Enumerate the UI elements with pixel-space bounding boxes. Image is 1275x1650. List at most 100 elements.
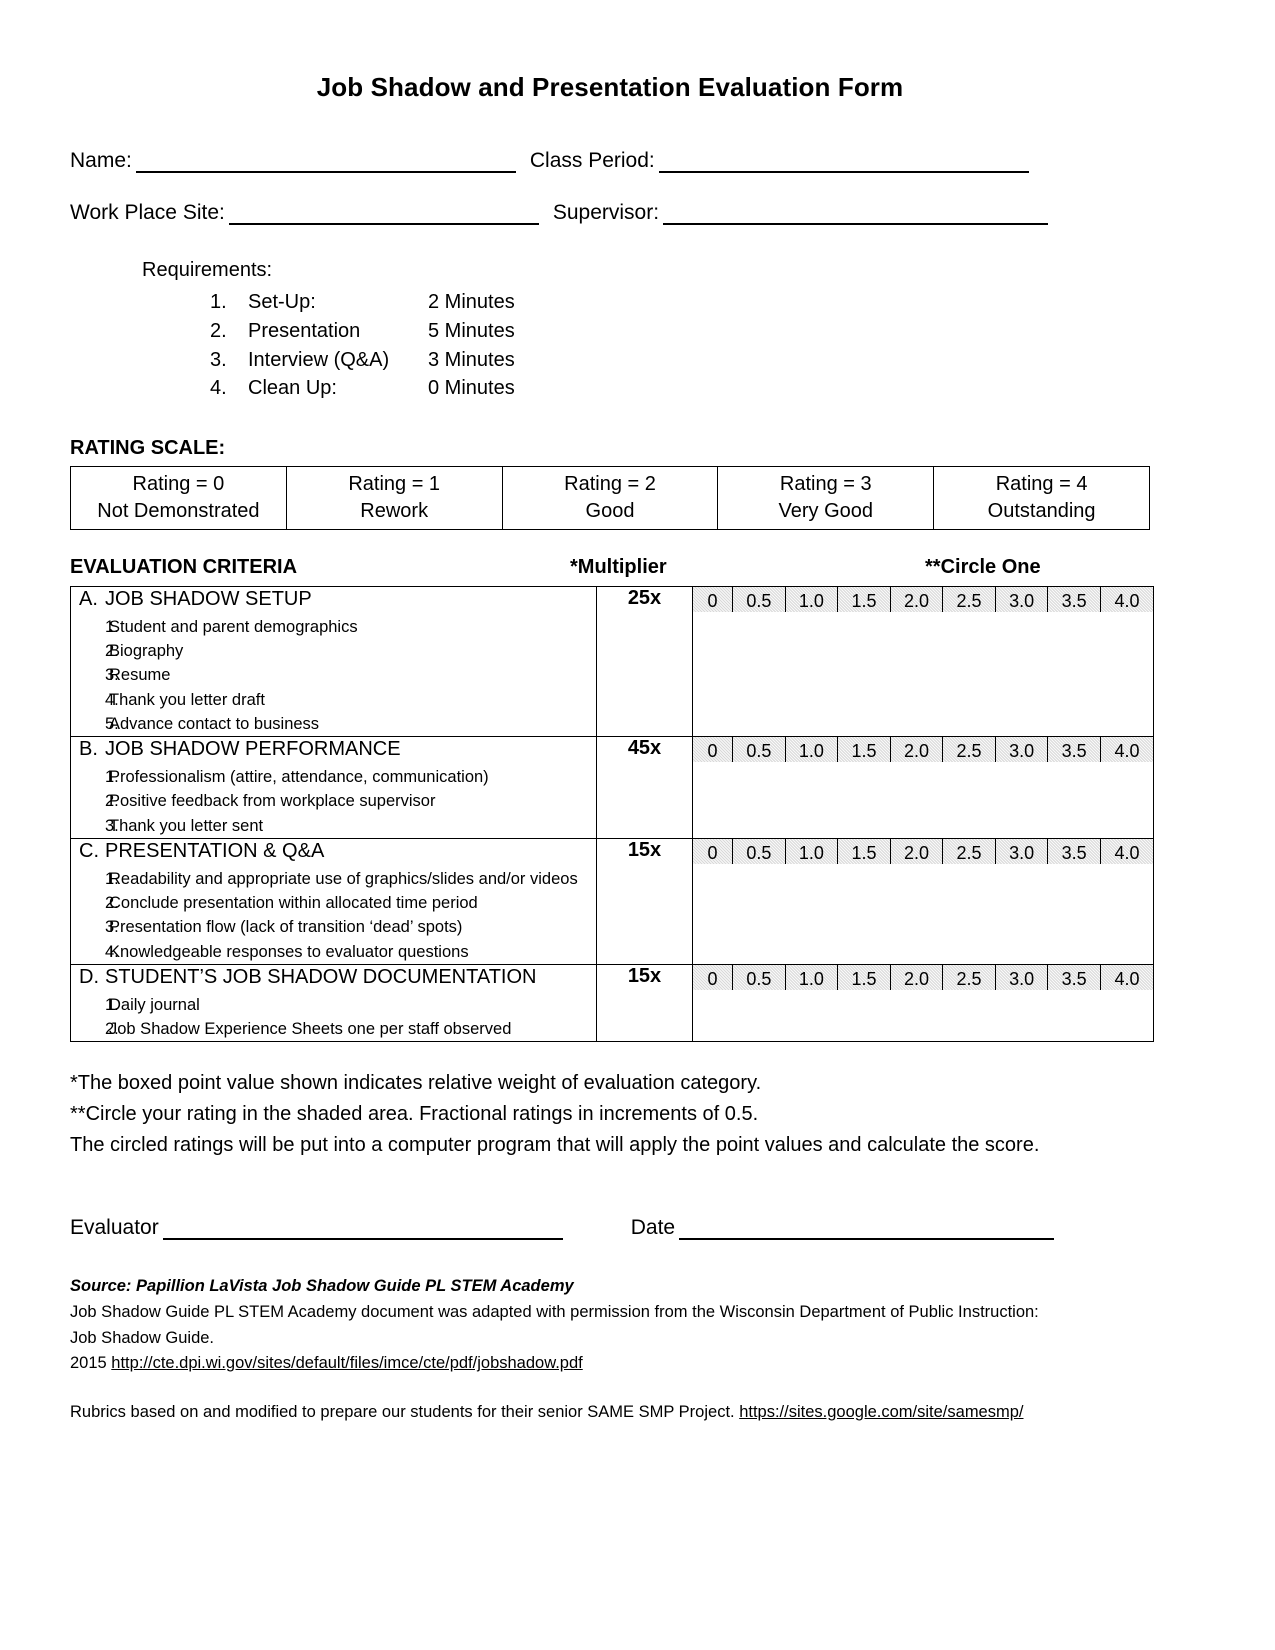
rating-option-3-0[interactable]: 3.0 <box>994 964 1049 990</box>
rating-option-2-5[interactable]: 2.5 <box>942 586 996 612</box>
sub-item-text: Knowledgeable responses to evaluator que… <box>109 942 469 961</box>
criteria-letter: A. <box>79 587 98 610</box>
criteria-cell-a: A. JOB SHADOW SETUP 1. Student and paren… <box>70 585 597 738</box>
sub-item-text: Biography <box>109 642 184 661</box>
rating-option-3-5[interactable]: 3.5 <box>1047 964 1101 990</box>
rating-option-0-5[interactable]: 0.5 <box>732 838 786 864</box>
requirement-time: 3 Minutes <box>428 348 515 371</box>
rating-option-0[interactable]: 0 <box>693 737 734 763</box>
supervisor-input[interactable] <box>663 203 1049 225</box>
list-item: 3. Interview (Q&A) 3 Minutes <box>210 346 1150 375</box>
sub-item-number: 1. <box>105 869 119 888</box>
requirement-name: Presentation <box>248 319 361 342</box>
multiplier-label: *Multiplier <box>570 555 667 578</box>
source-line-4: 2015 http://cte.dpi.wi.gov/sites/default… <box>70 1351 1150 1377</box>
list-item: 1. Readability and appropriate use of gr… <box>71 867 596 891</box>
list-item: 1. Set-Up: 2 Minutes <box>210 288 1150 317</box>
rating-scale-cell-2: Rating = 2 Good <box>501 466 719 530</box>
rating-option-2-5[interactable]: 2.5 <box>942 838 996 864</box>
rating-option-3-5[interactable]: 3.5 <box>1047 737 1101 763</box>
document-page: Job Shadow and Presentation Evaluation F… <box>0 0 1275 1650</box>
rating-option-1-5[interactable]: 1.5 <box>837 838 891 864</box>
rating-option-3-5[interactable]: 3.5 <box>1047 586 1101 612</box>
list-item: 1. Professionalism (attire, attendance, … <box>71 765 596 789</box>
rating-option-1-5[interactable]: 1.5 <box>837 737 891 763</box>
table-row: A. JOB SHADOW SETUP 1. Student and paren… <box>70 585 1154 738</box>
rating-option-0-5[interactable]: 0.5 <box>732 964 786 990</box>
rating-option-0[interactable]: 0 <box>693 964 734 990</box>
table-row: 0 0.5 1.0 1.5 2.0 2.5 3.0 3.5 4.0 <box>693 586 1153 612</box>
sub-item-text: Student and parent demographics <box>109 617 358 636</box>
rating-option-4-0[interactable]: 4.0 <box>1099 737 1153 763</box>
rating-option-3-0[interactable]: 3.0 <box>994 838 1049 864</box>
rating-option-2-0[interactable]: 2.0 <box>889 964 944 990</box>
rating-option-1-0[interactable]: 1.0 <box>784 737 839 763</box>
sub-item-number: 2. <box>105 792 119 811</box>
multiplier-d: 15x <box>596 963 693 1043</box>
rating-option-0-5[interactable]: 0.5 <box>732 737 786 763</box>
rating-strip-a: 0 0.5 1.0 1.5 2.0 2.5 3.0 3.5 4.0 <box>693 586 1153 612</box>
rating-option-2-5[interactable]: 2.5 <box>942 737 996 763</box>
criteria-title-d: D. STUDENT’S JOB SHADOW DOCUMENTATION <box>71 965 596 989</box>
sub-item-text: Conclude presentation within allocated t… <box>109 894 478 913</box>
rating-option-1-0[interactable]: 1.0 <box>784 586 839 612</box>
rating-option-2-0[interactable]: 2.0 <box>889 737 944 763</box>
table-row: D. STUDENT’S JOB SHADOW DOCUMENTATION 1.… <box>70 963 1154 1043</box>
evaluator-label: Evaluator <box>70 1216 159 1240</box>
work-place-site-input[interactable] <box>228 203 539 225</box>
criteria-header: EVALUATION CRITERIA *Multiplier **Circle… <box>70 556 1150 584</box>
evaluator-input[interactable] <box>162 1218 563 1241</box>
source-url-link[interactable]: http://cte.dpi.wi.gov/sites/default/file… <box>111 1354 582 1372</box>
rating-option-1-0[interactable]: 1.0 <box>784 838 839 864</box>
rubrics-note: Rubrics based on and modified to prepare… <box>70 1403 1150 1422</box>
scale-cell-b: 0 0.5 1.0 1.5 2.0 2.5 3.0 3.5 4.0 <box>692 736 1154 839</box>
rating-option-0[interactable]: 0 <box>693 586 734 612</box>
rating-scale-value: Rating = 0 <box>132 473 225 496</box>
source-line-3: Job Shadow Guide. <box>70 1328 215 1347</box>
criteria-table: A. JOB SHADOW SETUP 1. Student and paren… <box>70 585 1154 1043</box>
list-item: 3. Thank you letter sent <box>71 814 596 838</box>
rating-option-2-5[interactable]: 2.5 <box>942 964 996 990</box>
sub-item-number: 4. <box>105 942 119 961</box>
footnote-circle-one: **Circle your rating in the shaded area.… <box>70 1103 759 1126</box>
rating-option-3-0[interactable]: 3.0 <box>994 737 1049 763</box>
name-input[interactable] <box>135 151 516 173</box>
list-item: 2. Biography <box>71 639 596 663</box>
same-smp-url-link[interactable]: https://sites.google.com/site/samesmp/ <box>739 1403 1023 1421</box>
rating-option-3-0[interactable]: 3.0 <box>994 586 1049 612</box>
rating-option-0[interactable]: 0 <box>693 838 734 864</box>
footnote-scoring: The circled ratings will be put into a c… <box>70 1134 1040 1157</box>
class-period-input[interactable] <box>658 151 1029 173</box>
rating-option-4-0[interactable]: 4.0 <box>1099 586 1153 612</box>
rating-option-3-5[interactable]: 3.5 <box>1047 838 1101 864</box>
sub-item-number: 1. <box>105 995 119 1014</box>
rating-option-4-0[interactable]: 4.0 <box>1099 964 1153 990</box>
rating-option-2-0[interactable]: 2.0 <box>889 838 944 864</box>
rating-option-1-5[interactable]: 1.5 <box>837 964 891 990</box>
source-year: 2015 <box>70 1354 112 1373</box>
rating-scale-table: Rating = 0 Not Demonstrated Rating = 1 R… <box>70 466 1150 530</box>
list-item: 1. Daily journal <box>71 993 596 1017</box>
criteria-cell-d: D. STUDENT’S JOB SHADOW DOCUMENTATION 1.… <box>70 963 597 1043</box>
table-row: C. PRESENTATION & Q&A 1. Readability and… <box>70 837 1154 965</box>
rating-option-4-0[interactable]: 4.0 <box>1099 838 1153 864</box>
requirement-time: 2 Minutes <box>428 291 515 313</box>
rating-option-1-5[interactable]: 1.5 <box>837 586 891 612</box>
list-item: 3. Resume <box>71 663 596 687</box>
requirements-heading: Requirements: <box>142 259 273 281</box>
rating-strip-d: 0 0.5 1.0 1.5 2.0 2.5 3.0 3.5 4.0 <box>693 964 1153 990</box>
sub-item-number: 4. <box>105 690 119 709</box>
rating-option-0-5[interactable]: 0.5 <box>732 586 786 612</box>
evaluation-criteria-label: EVALUATION CRITERIA <box>70 555 298 578</box>
rating-option-1-0[interactable]: 1.0 <box>784 964 839 990</box>
source-line-1: Source: Papillion LaVista Job Shadow Gui… <box>70 1277 574 1296</box>
sub-item-text: Readability and appropriate use of graph… <box>109 869 578 888</box>
rating-scale-description: Rework <box>360 499 429 522</box>
list-item: 4. Thank you letter draft <box>71 688 596 712</box>
criteria-name: PRESENTATION & Q&A <box>105 839 325 862</box>
rating-option-2-0[interactable]: 2.0 <box>889 586 944 612</box>
rating-scale-description: Good <box>585 499 635 522</box>
date-input[interactable] <box>679 1218 1055 1241</box>
rating-scale-description: Not Demonstrated <box>97 499 260 522</box>
list-item: 4. Clean Up: 0 Minutes <box>210 374 1150 403</box>
